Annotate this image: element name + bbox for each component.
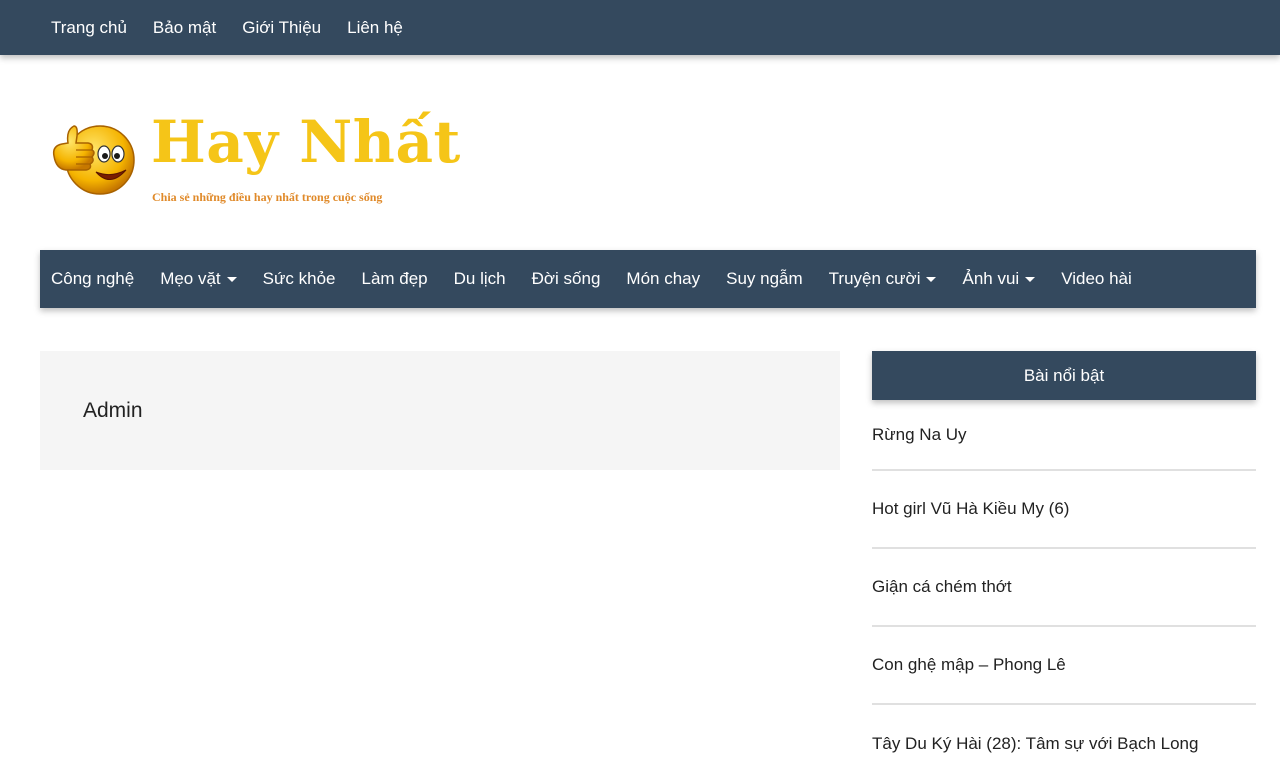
site-brand-name: Hay Nhất xyxy=(151,108,461,176)
main-menu-link-jokes[interactable]: Truyện cười xyxy=(829,269,921,289)
top-menu: Trang chủ Bảo mật Giới Thiệu Liên hệ xyxy=(0,0,1280,55)
main-menu-item-beauty: Làm đẹp xyxy=(361,269,427,289)
top-menu-link-home[interactable]: Trang chủ xyxy=(51,18,127,37)
featured-post-link[interactable]: Giận cá chém thớt xyxy=(872,577,1012,597)
list-item: Con ghệ mập – Phong Lê xyxy=(872,627,1256,705)
top-menu-item-security: Bảo mật xyxy=(153,18,216,38)
main-menu-item-vegetarian: Món chay xyxy=(626,269,700,289)
main-menu-item-travel: Du lịch xyxy=(454,269,506,289)
main-menu-item-funny-videos: Video hài xyxy=(1061,269,1132,289)
top-menu-item-about: Giới Thiệu xyxy=(242,18,321,38)
main-menu-link-health[interactable]: Sức khỏe xyxy=(263,269,336,289)
author-header-box: Admin xyxy=(40,351,840,470)
caret-down-icon[interactable] xyxy=(926,276,937,282)
top-menu-item-contact: Liên hệ xyxy=(347,18,403,38)
list-item: Tây Du Ký Hài (28): Tâm sự với Bạch Long xyxy=(872,705,1256,768)
top-menu-item-home: Trang chủ xyxy=(51,18,127,38)
main-menu-link-tips[interactable]: Mẹo vặt xyxy=(160,269,220,289)
caret-down-icon[interactable] xyxy=(226,276,237,282)
sidebar-title: Bài nổi bật xyxy=(872,351,1256,400)
featured-post-link[interactable]: Con ghệ mập – Phong Lê xyxy=(872,655,1066,675)
featured-post-list: Rừng Na Uy Hot girl Vũ Hà Kiều My (6) Gi… xyxy=(872,400,1256,768)
main-menu-item-health: Sức khỏe xyxy=(263,269,336,289)
main-menu-item-funny-images: Ảnh vui xyxy=(962,269,1036,289)
main-menu-link-technology[interactable]: Công nghệ xyxy=(51,269,134,289)
top-menu-link-contact[interactable]: Liên hệ xyxy=(347,18,403,37)
featured-post-link[interactable]: Tây Du Ký Hài (28): Tâm sự với Bạch Long xyxy=(872,734,1198,754)
top-menu-link-security[interactable]: Bảo mật xyxy=(153,18,216,37)
sidebar: Bài nổi bật Rừng Na Uy Hot girl Vũ Hà Ki… xyxy=(872,351,1256,768)
list-item: Hot girl Vũ Hà Kiều My (6) xyxy=(872,471,1256,549)
site-tagline: Chia sẻ những điều hay nhất trong cuộc s… xyxy=(152,190,383,204)
page-title: Admin xyxy=(83,399,143,422)
main-menu-item-life: Đời sống xyxy=(532,269,601,289)
top-menu-link-about[interactable]: Giới Thiệu xyxy=(242,18,321,37)
main-menu-link-funny-videos[interactable]: Video hài xyxy=(1061,269,1132,289)
list-item: Rừng Na Uy xyxy=(872,400,1256,471)
main-menu-link-life[interactable]: Đời sống xyxy=(532,269,601,289)
main-menu-link-travel[interactable]: Du lịch xyxy=(454,269,506,289)
main-menu-link-beauty[interactable]: Làm đẹp xyxy=(361,269,427,289)
main-menu-item-technology: Công nghệ xyxy=(51,269,134,289)
main-menu-link-vegetarian[interactable]: Món chay xyxy=(626,269,700,289)
main-menu: Công nghệ Mẹo vặt Sức khỏe Làm đẹp Du lị… xyxy=(40,250,1256,308)
main-navigation: Công nghệ Mẹo vặt Sức khỏe Làm đẹp Du lị… xyxy=(40,250,1256,308)
featured-post-link[interactable]: Rừng Na Uy xyxy=(872,425,967,445)
main-menu-link-funny-images[interactable]: Ảnh vui xyxy=(962,269,1019,289)
list-item: Giận cá chém thớt xyxy=(872,549,1256,627)
main-menu-item-reflection: Suy ngẫm xyxy=(726,269,803,289)
thumbs-up-smiley-icon xyxy=(52,125,135,195)
top-navigation: Trang chủ Bảo mật Giới Thiệu Liên hệ xyxy=(0,0,1280,55)
caret-down-icon[interactable] xyxy=(1025,276,1036,282)
main-menu-item-tips: Mẹo vặt xyxy=(160,269,237,289)
main-menu-item-jokes: Truyện cười xyxy=(829,269,937,289)
main-menu-link-reflection[interactable]: Suy ngẫm xyxy=(726,269,803,289)
featured-post-link[interactable]: Hot girl Vũ Hà Kiều My (6) xyxy=(872,499,1069,519)
site-logo[interactable]: Hay Nhất Chia sẻ những điều hay nhất tro… xyxy=(48,108,460,213)
